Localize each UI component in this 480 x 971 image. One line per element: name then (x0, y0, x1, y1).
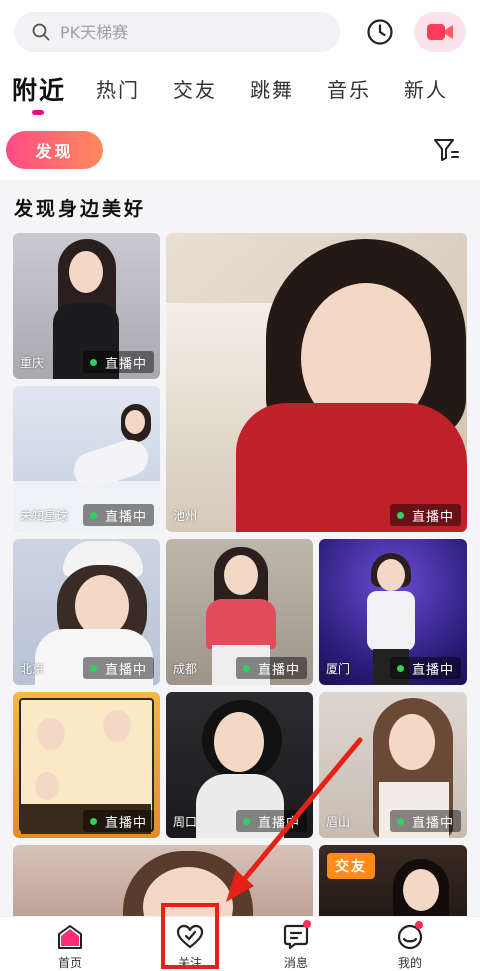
category-tag: 交友 (327, 853, 375, 879)
live-card[interactable]: 直播中 (13, 692, 160, 838)
tab-indicator (32, 110, 44, 115)
live-card[interactable]: 池州 直播中 (166, 233, 467, 532)
tab-dance[interactable]: 跳舞 (250, 74, 294, 103)
tab-nearby[interactable]: 附近 (12, 71, 66, 107)
live-label: 直播中 (257, 662, 300, 678)
live-badge: 直播中 (82, 657, 154, 679)
card-city: 北京 (20, 662, 45, 676)
live-label: 直播中 (104, 815, 147, 831)
live-label: 直播中 (104, 662, 147, 678)
nav-home[interactable]: 首页 (30, 917, 110, 971)
live-card[interactable]: 未知星球 直播中 (13, 386, 160, 532)
live-card[interactable]: 周口 直播中 (166, 692, 313, 838)
live-card[interactable]: 重庆 直播中 (13, 233, 160, 379)
live-dot-icon (89, 358, 97, 366)
live-dot-icon (242, 664, 250, 672)
filter-icon[interactable] (432, 136, 460, 164)
card-city: 未知星球 (20, 509, 69, 523)
nav-messages-label: 消息 (283, 956, 308, 970)
nav-home-label: 首页 (57, 956, 82, 970)
card-city: 池州 (173, 509, 198, 523)
annotation-highlight-box (161, 903, 219, 969)
tab-newcomer[interactable]: 新人 (404, 74, 448, 103)
video-camera-icon (427, 24, 453, 40)
live-dot-icon (242, 817, 250, 825)
tab-hot[interactable]: 热门 (96, 74, 140, 103)
notification-dot (303, 920, 311, 928)
card-city: 眉山 (326, 815, 351, 829)
live-badge: 直播中 (82, 810, 154, 832)
tab-friends[interactable]: 交友 (173, 74, 217, 103)
card-city: 重庆 (20, 356, 45, 370)
live-card[interactable]: 成都 直播中 (166, 539, 313, 685)
message-icon (281, 920, 311, 952)
live-badge: 直播中 (389, 810, 461, 832)
live-label: 直播中 (411, 509, 454, 525)
video-camera-button[interactable] (414, 12, 466, 52)
live-label: 直播中 (411, 662, 454, 678)
live-badge: 直播中 (389, 504, 461, 526)
live-card[interactable]: 厦门 直播中 (319, 539, 467, 685)
card-city: 成都 (173, 662, 198, 676)
notification-dot (415, 921, 423, 929)
search-icon (32, 23, 50, 41)
live-dot-icon (89, 817, 97, 825)
live-feed: 发现身边美好 重庆 直播中 未知星球 直播中 池州 直播中 北京 直播中 成都 … (0, 180, 480, 916)
category-tabs: 附近 热门 交友 跳舞 音乐 新人 (0, 66, 480, 120)
live-label: 直播中 (257, 815, 300, 831)
live-dot-icon (89, 511, 97, 519)
nav-messages[interactable]: 消息 (256, 917, 336, 971)
live-badge: 直播中 (82, 504, 154, 526)
live-card[interactable]: 交友 (319, 845, 467, 916)
live-card[interactable]: 眉山 直播中 (319, 692, 467, 838)
live-card[interactable]: 北京 直播中 (13, 539, 160, 685)
live-badge: 直播中 (82, 351, 154, 373)
bottom-nav: 首页 关注 消息 我的 (0, 916, 480, 971)
tab-music[interactable]: 音乐 (327, 74, 371, 103)
live-dot-icon (396, 664, 404, 672)
discover-button[interactable]: 发现 (6, 131, 103, 169)
card-cover (166, 233, 467, 532)
live-badge: 直播中 (235, 657, 307, 679)
live-label: 直播中 (104, 356, 147, 372)
profile-icon (395, 921, 425, 952)
live-label: 直播中 (411, 815, 454, 831)
home-icon (55, 922, 85, 952)
section-title: 发现身边美好 (14, 198, 147, 220)
live-dot-icon (396, 817, 404, 825)
search-bar[interactable] (14, 12, 340, 52)
clock-icon[interactable] (366, 18, 394, 46)
live-badge: 直播中 (389, 657, 461, 679)
card-city: 厦门 (326, 662, 351, 676)
nav-profile-label: 我的 (397, 956, 422, 970)
live-label: 直播中 (104, 509, 147, 525)
live-dot-icon (89, 664, 97, 672)
top-bar (0, 0, 480, 62)
nav-profile[interactable]: 我的 (370, 917, 450, 971)
live-badge: 直播中 (235, 810, 307, 832)
search-input[interactable] (60, 22, 320, 42)
card-city: 周口 (173, 815, 198, 829)
live-dot-icon (396, 511, 404, 519)
